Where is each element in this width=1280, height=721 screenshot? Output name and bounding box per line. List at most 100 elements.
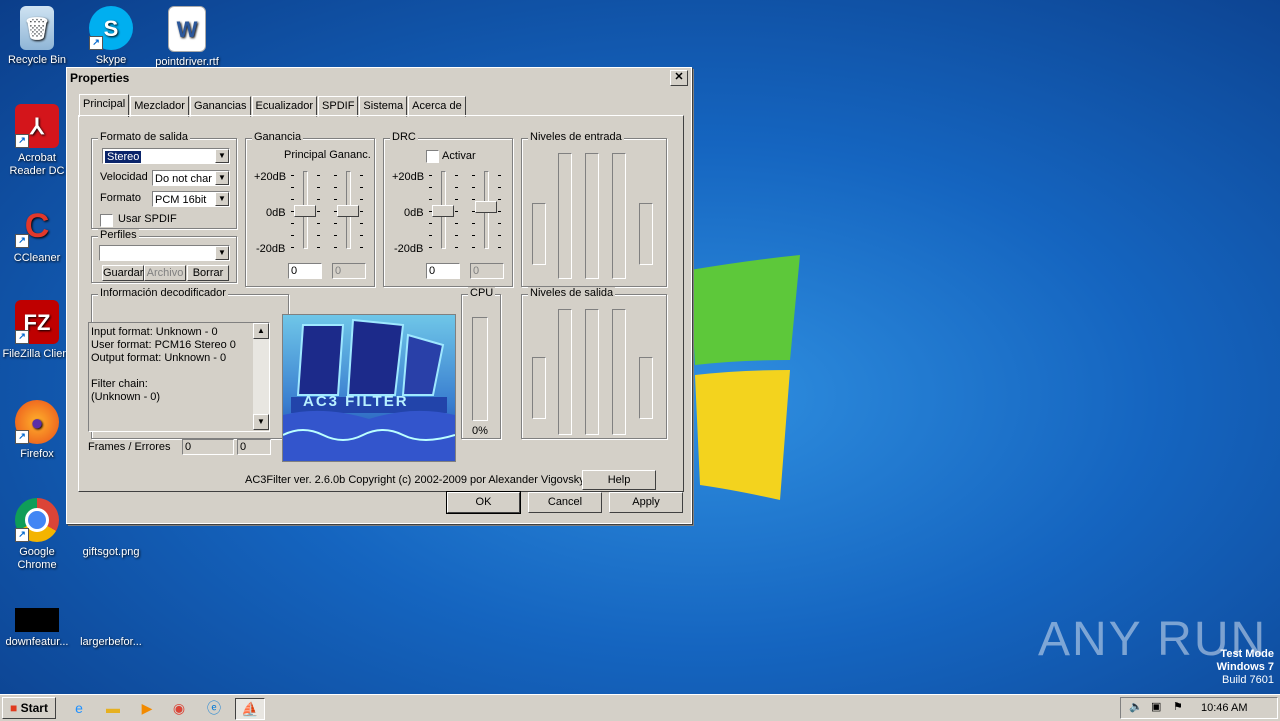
slider-tick [334, 175, 337, 176]
group-label: Ganancia [252, 131, 304, 143]
group-label: Niveles de salida [528, 287, 616, 299]
tab-principal[interactable]: Principal [79, 94, 130, 117]
drc-slider-thumb[interactable] [475, 201, 497, 213]
errors-value: 0 [237, 439, 271, 455]
help-button[interactable]: Help [582, 470, 656, 490]
test-mode-line: Windows 7 [1216, 661, 1274, 673]
slider-tick [360, 187, 363, 188]
speed-select[interactable]: Do not char ▼ [152, 170, 230, 186]
slider-tick [472, 211, 475, 212]
tab-ganancias[interactable]: Ganancias [189, 96, 251, 117]
start-label: Start [20, 701, 48, 715]
slider-tick [498, 235, 501, 236]
firefox-icon: ● ↗ [15, 400, 59, 444]
slider-tick [429, 187, 432, 188]
desktop-icon-label: Skype [95, 54, 127, 66]
save-profile-button[interactable]: Guardar [102, 265, 144, 281]
desktop-icon-largerbefor[interactable]: largerbefor... [74, 608, 148, 649]
chrome-icon[interactable]: ◉ [168, 698, 190, 718]
filezilla-icon: FZ ↗ [15, 300, 59, 344]
test-mode-text: Test Mode Windows 7 Build 7601 [1217, 648, 1274, 687]
speed-label: Velocidad [100, 171, 148, 183]
desktop-icon-label: Recycle Bin [7, 54, 67, 66]
tab-spdif[interactable]: SPDIF [318, 96, 359, 117]
slider-tick [429, 211, 432, 212]
tab-acerca-de[interactable]: Acerca de [408, 96, 466, 117]
media-player-icon[interactable]: ▶ [136, 698, 158, 718]
edge-icon[interactable]: ⓔ [203, 698, 225, 718]
explorer-icon[interactable]: ▬ [102, 698, 124, 718]
desktop-icon-downfeatur[interactable]: downfeatur... [0, 608, 74, 649]
pcm-format-select[interactable]: PCM 16bit ▼ [152, 191, 230, 207]
copyright-text: AC3Filter ver. 2.6.0b Copyright (c) 2002… [245, 474, 585, 486]
frames-errors-label: Frames / Errores [88, 441, 171, 453]
scroll-down-icon[interactable]: ▼ [253, 414, 269, 430]
ie-icon[interactable]: e [68, 698, 90, 718]
slider-tick [360, 175, 363, 176]
ac3filter-icon[interactable]: ⛵ [235, 698, 265, 720]
output-format-select[interactable]: Stereo ▼ [102, 148, 230, 164]
close-button[interactable]: ✕ [670, 70, 688, 86]
apply-button[interactable]: Apply [609, 492, 683, 513]
desktop-icon-filezilla[interactable]: FZ ↗ FileZilla Client [0, 300, 74, 361]
scroll-up-icon[interactable]: ▲ [253, 323, 269, 339]
flag-icon[interactable]: ⚑ [1173, 700, 1183, 713]
slider-tick [360, 247, 363, 248]
desktop-icon-label: Acrobat Reader DC [9, 152, 65, 177]
desktop-icon-pointdriver[interactable]: W pointdriver.rtf [150, 6, 224, 69]
drc-value-input[interactable]: 0 [426, 263, 460, 279]
drc-activate-checkbox[interactable] [426, 150, 439, 163]
desktop-icon-firefox[interactable]: ● ↗ Firefox [0, 400, 74, 461]
desktop-icon-acrobat[interactable]: ⅄ ↗ Acrobat Reader DC [0, 104, 74, 178]
desktop-icon-ccleaner[interactable]: C ↗ CCleaner [0, 204, 74, 265]
system-tray: 🔈 ▣ ⚑ 10:46 AM [1120, 697, 1278, 719]
desktop-icon-label: Firefox [20, 448, 54, 460]
volume-icon[interactable]: 🔈 [1129, 700, 1143, 713]
tab-ecualizador[interactable]: Ecualizador [251, 96, 318, 117]
gain-plus-label: +20dB [254, 171, 287, 183]
gain-slider-thumb[interactable] [294, 205, 316, 217]
desktop-icon-skype[interactable]: S ↗ Skype [74, 6, 148, 67]
slider-tick [291, 187, 294, 188]
title-bar[interactable]: Properties ✕ [67, 68, 691, 88]
slider-tick [455, 223, 458, 224]
start-button[interactable]: ■ Start [2, 697, 56, 719]
slider-tick [317, 175, 320, 176]
slider-tick [498, 223, 501, 224]
tab-mezclador[interactable]: Mezclador [130, 96, 189, 117]
chevron-down-icon: ▼ [215, 246, 229, 260]
gain-value-input[interactable]: 0 [288, 263, 322, 279]
decoder-scrollbar[interactable]: ▲ ▼ [253, 323, 269, 430]
level-meter [612, 309, 626, 435]
slider-tick [498, 175, 501, 176]
profile-select[interactable]: ▼ [99, 245, 230, 261]
group-label: Información decodificador [98, 287, 228, 299]
slider-tick [317, 211, 320, 212]
tab-sistema[interactable]: Sistema [359, 96, 408, 117]
drc-slider-thumb[interactable] [432, 205, 454, 217]
slider-tick [291, 199, 294, 200]
desktop-icon-chrome[interactable]: ↗ Google Chrome [0, 498, 74, 572]
use-spdif-checkbox[interactable] [100, 214, 113, 227]
group-label: Perfiles [98, 229, 139, 241]
file-profile-button[interactable]: Archivo [144, 265, 186, 281]
clock[interactable]: 10:46 AM [1201, 702, 1247, 714]
frames-value: 0 [182, 439, 234, 455]
delete-profile-button[interactable]: Borrar [187, 265, 229, 281]
desktop-icon-recycle-bin[interactable]: 🗑 Recycle Bin [0, 6, 74, 67]
gain-slider-thumb[interactable] [337, 205, 359, 217]
slider-tick [334, 199, 337, 200]
gain-group: Ganancia Principal Gananc. +20dB 0dB -20… [245, 131, 375, 287]
slider-tick [472, 235, 475, 236]
slider-tick [498, 211, 501, 212]
network-icon[interactable]: ▣ [1151, 700, 1161, 713]
decoder-info-textbox[interactable]: Input format: Unknown - 0 User format: P… [88, 322, 270, 432]
ok-button[interactable]: OK [446, 491, 521, 514]
gain-value-input: 0 [332, 263, 366, 279]
slider-tick [334, 223, 337, 224]
cancel-button[interactable]: Cancel [528, 492, 602, 513]
drc-group: DRC Activar +20dB 0dB -20dB 0 0 [383, 131, 513, 287]
slider-tick [455, 247, 458, 248]
desktop-icon-label: CCleaner [13, 252, 61, 264]
desktop-icon-label: largerbefor... [80, 636, 142, 648]
